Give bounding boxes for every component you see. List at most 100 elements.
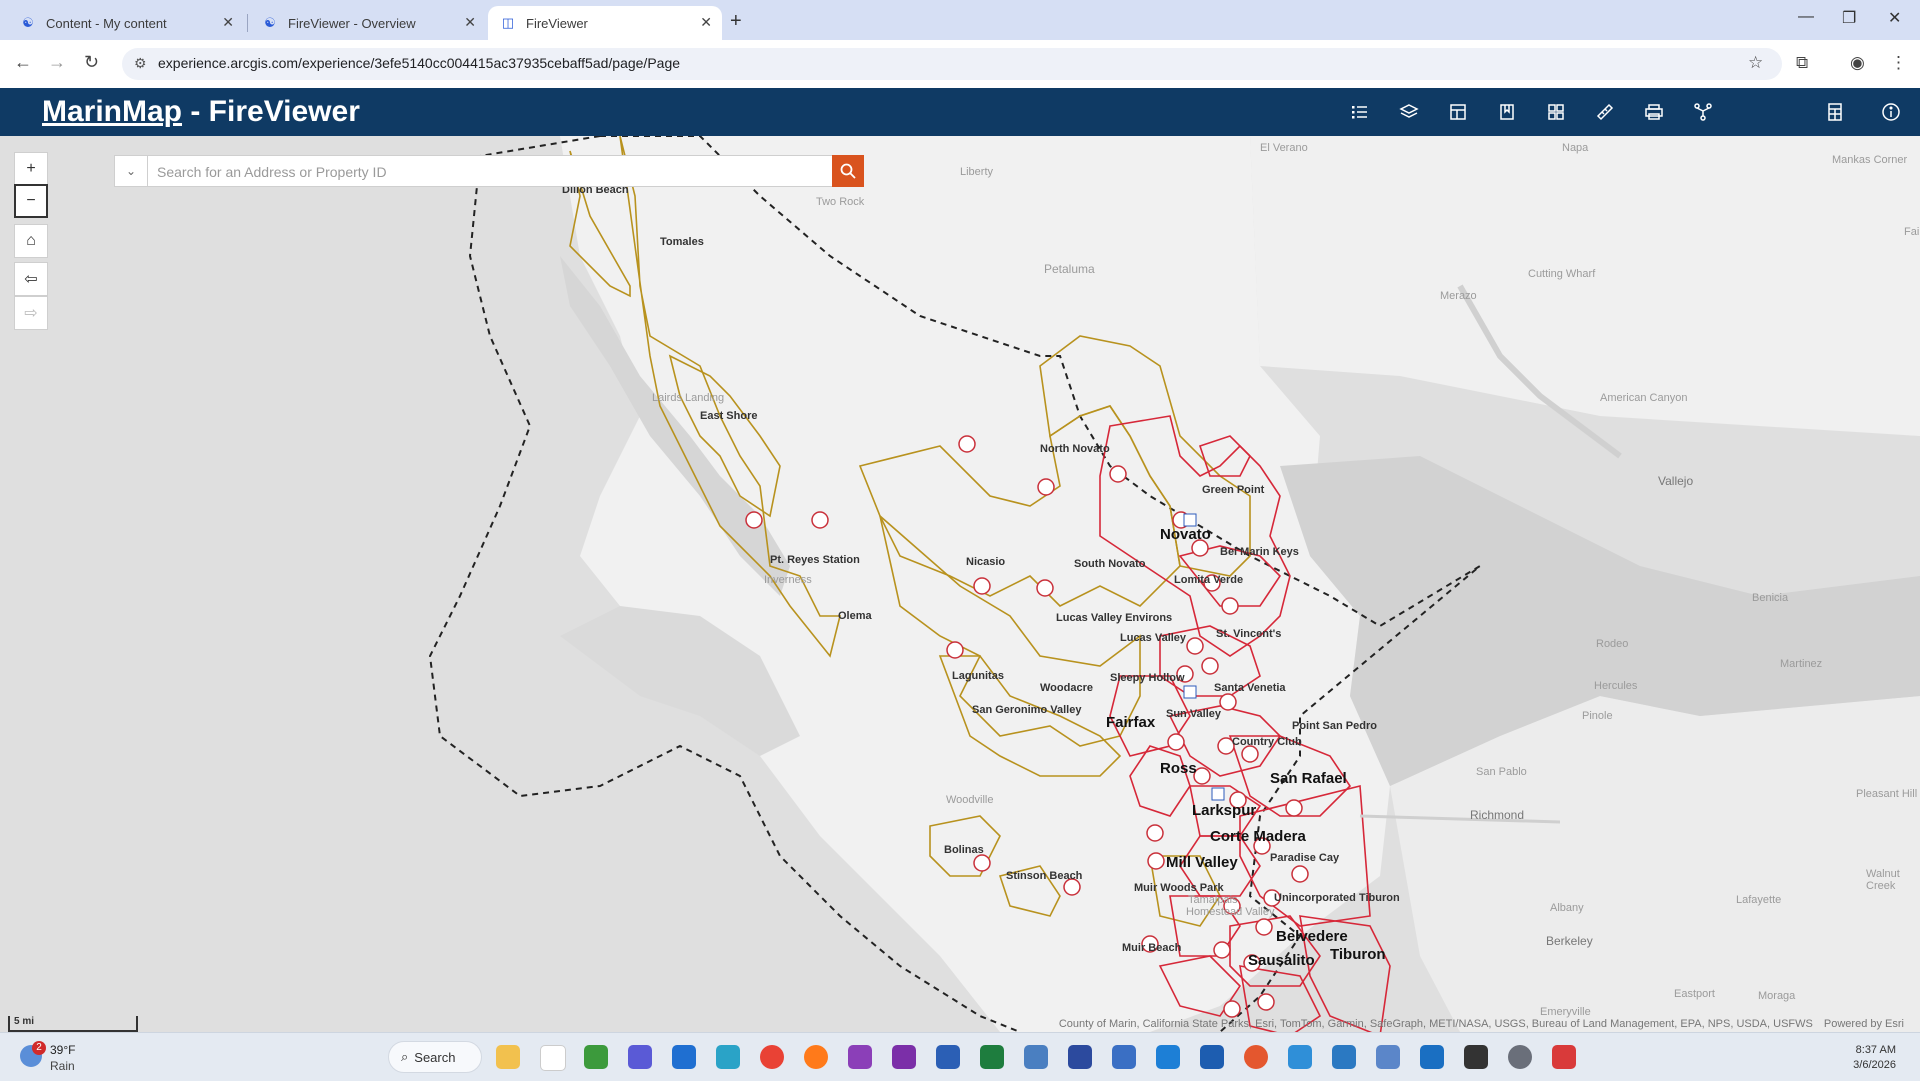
powered-by-esri[interactable]: Powered by Esri — [1824, 1018, 1904, 1030]
copilot-icon[interactable] — [848, 1045, 872, 1069]
teams-icon[interactable] — [628, 1045, 652, 1069]
map-label: Lairds Landing — [652, 392, 725, 404]
map-label: Moraga — [1758, 990, 1796, 1002]
site-info-icon[interactable]: ⚙ — [134, 55, 147, 72]
map-label: Petaluma — [1044, 262, 1095, 276]
district-label: Bolinas — [944, 844, 984, 856]
onenote-icon[interactable] — [892, 1045, 916, 1069]
browser-toolbar: ← → ↻ ⚙ experience.arcgis.com/experience… — [0, 40, 1920, 88]
notification-badge: 2 — [32, 1041, 46, 1055]
new-tab-button[interactable]: + — [730, 10, 742, 33]
district-label: Corte Madera — [1210, 828, 1306, 845]
restore-button[interactable]: ❐ — [1842, 8, 1856, 28]
map-label: Liberty — [960, 166, 994, 178]
zoom-out-button[interactable]: − — [14, 184, 48, 218]
reload-button[interactable]: ↻ — [84, 52, 99, 73]
file-explorer-icon[interactable] — [496, 1045, 520, 1069]
map-canvas[interactable] — [0, 136, 1920, 1032]
app-icon[interactable] — [1288, 1045, 1312, 1069]
print-icon[interactable] — [1642, 100, 1666, 124]
app-icon[interactable] — [1376, 1045, 1400, 1069]
close-tab-icon[interactable]: ✕ — [222, 14, 234, 31]
app-icon[interactable] — [1332, 1045, 1356, 1069]
zoom-in-button[interactable]: + — [14, 152, 48, 186]
map-label: Two Rock — [816, 196, 865, 208]
district-label: Belvedere — [1276, 928, 1348, 945]
map-label: Napa — [1562, 142, 1589, 154]
app-icon[interactable] — [1200, 1045, 1224, 1069]
app-icon[interactable] — [1068, 1045, 1092, 1069]
close-tab-icon[interactable]: ✕ — [464, 14, 476, 31]
app-icon[interactable] — [1552, 1045, 1576, 1069]
measure-icon[interactable] — [1593, 100, 1617, 124]
search-source-dropdown[interactable]: ⌄ — [115, 156, 148, 186]
app-icon[interactable] — [1024, 1045, 1048, 1069]
split-screen-icon[interactable]: ⧉ — [1796, 53, 1808, 73]
bookmark-star-icon[interactable]: ☆ — [1748, 53, 1763, 73]
map-label: Benicia — [1752, 592, 1789, 604]
settings-icon[interactable] — [1508, 1045, 1532, 1069]
taskbar-search-label: Search — [414, 1049, 456, 1065]
firefox-icon[interactable] — [804, 1045, 828, 1069]
search-input[interactable] — [155, 156, 819, 188]
district-label: Fairfax — [1106, 714, 1156, 731]
url-text[interactable]: experience.arcgis.com/experience/3efe514… — [158, 55, 680, 71]
tab-fireviewer-overview[interactable]: ☯ FireViewer - Overview ✕ — [250, 6, 486, 40]
next-extent-button[interactable]: ⇨ — [14, 296, 48, 330]
app-icon[interactable] — [1112, 1045, 1136, 1069]
tab-content-my-content[interactable]: ☯ Content - My content ✕ — [8, 6, 244, 40]
outlook-icon[interactable] — [672, 1045, 696, 1069]
search-button[interactable] — [832, 155, 864, 187]
app-icon[interactable] — [1244, 1045, 1268, 1069]
bookmark-icon[interactable] — [1495, 100, 1519, 124]
district-label: Bel Marin Keys — [1220, 546, 1299, 558]
system-clock[interactable]: 8:37 AM 3/6/2026 — [1853, 1043, 1896, 1073]
district-label: Tiburon — [1330, 946, 1386, 963]
chevron-down-icon: ⌄ — [125, 164, 137, 178]
previous-extent-button[interactable]: ⇦ — [14, 262, 48, 296]
district-label: Sausalito — [1248, 952, 1315, 969]
back-button[interactable]: ← — [14, 52, 32, 73]
app-icon[interactable] — [1156, 1045, 1180, 1069]
map-label: Tomales — [660, 236, 704, 248]
map-label: Inverness — [764, 574, 812, 586]
clock-date: 3/6/2026 — [1853, 1059, 1896, 1071]
search-widget: ⌄ — [114, 155, 864, 188]
table-icon[interactable] — [1446, 100, 1470, 124]
forward-button[interactable]: → — [48, 52, 66, 73]
close-tab-icon[interactable]: ✕ — [700, 14, 712, 31]
edge-icon[interactable] — [716, 1045, 740, 1069]
address-bar[interactable]: ⚙ experience.arcgis.com/experience/3efe5… — [122, 48, 1782, 80]
close-window-button[interactable]: ✕ — [1888, 8, 1901, 28]
district-label: Mill Valley — [1166, 854, 1238, 871]
profile-icon[interactable]: ◉ — [1850, 53, 1865, 73]
notepad-icon[interactable] — [540, 1045, 566, 1071]
minimize-button[interactable]: — — [1798, 8, 1814, 26]
app-icon[interactable] — [1464, 1045, 1488, 1069]
layers-icon[interactable] — [1397, 100, 1421, 124]
map-attribution: County of Marin, California State Parks,… — [1059, 1018, 1904, 1030]
tab-fireviewer[interactable]: ◫ FireViewer ✕ — [488, 6, 722, 40]
search-icon — [840, 163, 856, 179]
marinmap-link[interactable]: MarinMap — [42, 95, 182, 128]
app-icon[interactable] — [584, 1045, 608, 1069]
district-label: Paradise Cay — [1270, 852, 1340, 864]
app-icon[interactable] — [1420, 1045, 1444, 1069]
map-view[interactable]: El Verano Napa Mankas Corner Liberty Two… — [0, 136, 1920, 1032]
legend-icon[interactable] — [1348, 100, 1372, 124]
arcgis-icon: ☯ — [22, 15, 34, 30]
map-label: Albany — [1550, 902, 1584, 914]
share-icon[interactable] — [1691, 100, 1715, 124]
excel-icon[interactable] — [980, 1045, 1004, 1069]
home-button[interactable]: ⌂ — [14, 224, 48, 258]
taskbar-search[interactable]: ⌕ Search — [388, 1041, 482, 1073]
map-label: Rodeo — [1596, 638, 1629, 650]
browser-menu-icon[interactable]: ⋮ — [1890, 53, 1907, 73]
district-label: San Rafael — [1270, 770, 1347, 787]
calculator-icon[interactable] — [1823, 100, 1847, 124]
basemap-gallery-icon[interactable] — [1544, 100, 1568, 124]
district-label: Tamalpais — [1188, 894, 1238, 906]
chrome-icon[interactable] — [760, 1045, 784, 1069]
info-icon[interactable] — [1879, 100, 1903, 124]
word-icon[interactable] — [936, 1045, 960, 1069]
